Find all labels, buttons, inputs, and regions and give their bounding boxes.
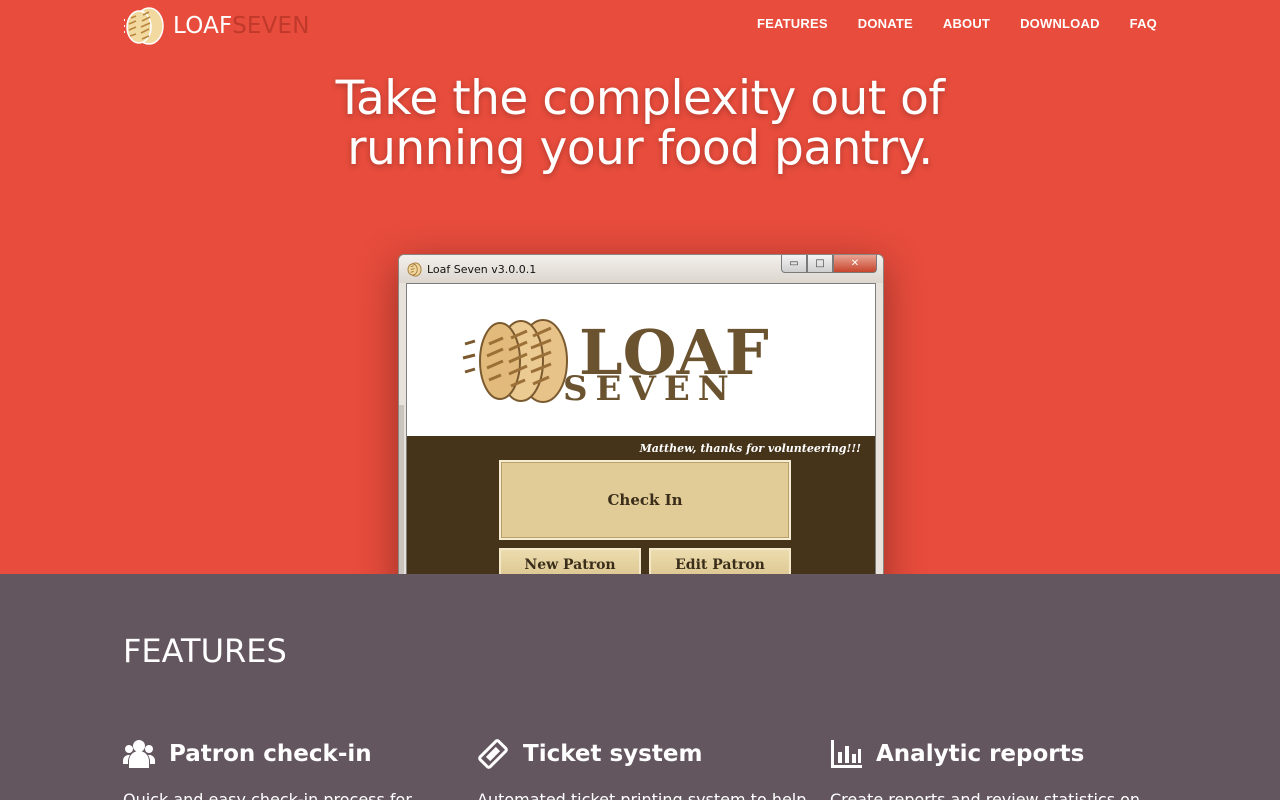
logo-seven-text: SEVEN bbox=[563, 369, 737, 406]
app-screenshot-window: Loaf Seven v3.0.0.1 ▭ □ ✕ LOAF SEVEN Mat… bbox=[398, 254, 884, 574]
feature-title: Ticket system bbox=[523, 741, 703, 767]
users-icon bbox=[123, 740, 155, 768]
hero-headline-line2: running your food pantry. bbox=[347, 121, 933, 176]
features-section: FEATURES Patron check-in Quick and easy … bbox=[0, 574, 1280, 800]
bread-logo-icon bbox=[124, 7, 164, 45]
nav-faq[interactable]: FAQ bbox=[1130, 16, 1157, 31]
app-title: Loaf Seven v3.0.0.1 bbox=[427, 262, 537, 276]
hero-section: LOAFSEVEN FEATURES DONATE ABOUT DOWNLOAD… bbox=[0, 0, 1280, 574]
hero-headline: Take the complexity out of running your … bbox=[240, 74, 1040, 174]
maximize-icon[interactable]: □ bbox=[807, 255, 833, 273]
feature-ticket-system: Ticket system bbox=[477, 734, 702, 774]
app-logo-panel: LOAF SEVEN bbox=[407, 284, 875, 436]
volunteer-greeting: Matthew, thanks for volunteering!!! bbox=[639, 442, 861, 455]
window-left-edge bbox=[399, 405, 404, 574]
feature-analytic-reports: Analytic reports bbox=[830, 734, 1084, 774]
main-nav: FEATURES DONATE ABOUT DOWNLOAD FAQ bbox=[757, 16, 1157, 31]
edit-patron-button[interactable]: Edit Patron bbox=[649, 548, 791, 574]
feature-title: Analytic reports bbox=[876, 741, 1085, 767]
nav-download[interactable]: DOWNLOAD bbox=[1020, 16, 1100, 31]
app-logo-icon bbox=[407, 261, 422, 277]
brand-seven-text: SEVEN bbox=[232, 13, 310, 39]
features-title: FEATURES bbox=[123, 632, 287, 670]
ticket-icon bbox=[478, 739, 508, 769]
nav-about[interactable]: ABOUT bbox=[943, 16, 990, 31]
bread-loaves-icon bbox=[462, 319, 568, 403]
brand-link[interactable]: LOAFSEVEN bbox=[123, 6, 310, 46]
feature-title: Patron check-in bbox=[169, 741, 372, 767]
feature-desc: Create reports and review statistics on bbox=[830, 790, 1141, 800]
hero-headline-line1: Take the complexity out of bbox=[335, 71, 945, 126]
feature-desc: Automated ticket printing system to help bbox=[477, 790, 807, 800]
brand-loaf-text: LOAF bbox=[173, 13, 233, 39]
app-client-area: LOAF SEVEN Matthew, thanks for volunteer… bbox=[406, 283, 876, 574]
minimize-icon[interactable]: ▭ bbox=[781, 255, 807, 273]
nav-features[interactable]: FEATURES bbox=[757, 16, 828, 31]
feature-desc: Quick and easy check-in process for bbox=[123, 790, 412, 800]
loafseven-logo: LOAF SEVEN bbox=[462, 316, 769, 406]
close-icon[interactable]: ✕ bbox=[833, 255, 877, 273]
navbar: LOAFSEVEN FEATURES DONATE ABOUT DOWNLOAD… bbox=[123, 0, 1157, 50]
window-controls: ▭ □ ✕ bbox=[781, 255, 877, 273]
nav-donate[interactable]: DONATE bbox=[858, 16, 913, 31]
feature-patron-checkin: Patron check-in bbox=[123, 734, 372, 774]
new-patron-button[interactable]: New Patron bbox=[499, 548, 641, 574]
app-titlebar: Loaf Seven v3.0.0.1 ▭ □ ✕ bbox=[399, 255, 883, 283]
bar-chart-icon bbox=[831, 740, 862, 768]
check-in-button[interactable]: Check In bbox=[499, 460, 791, 540]
